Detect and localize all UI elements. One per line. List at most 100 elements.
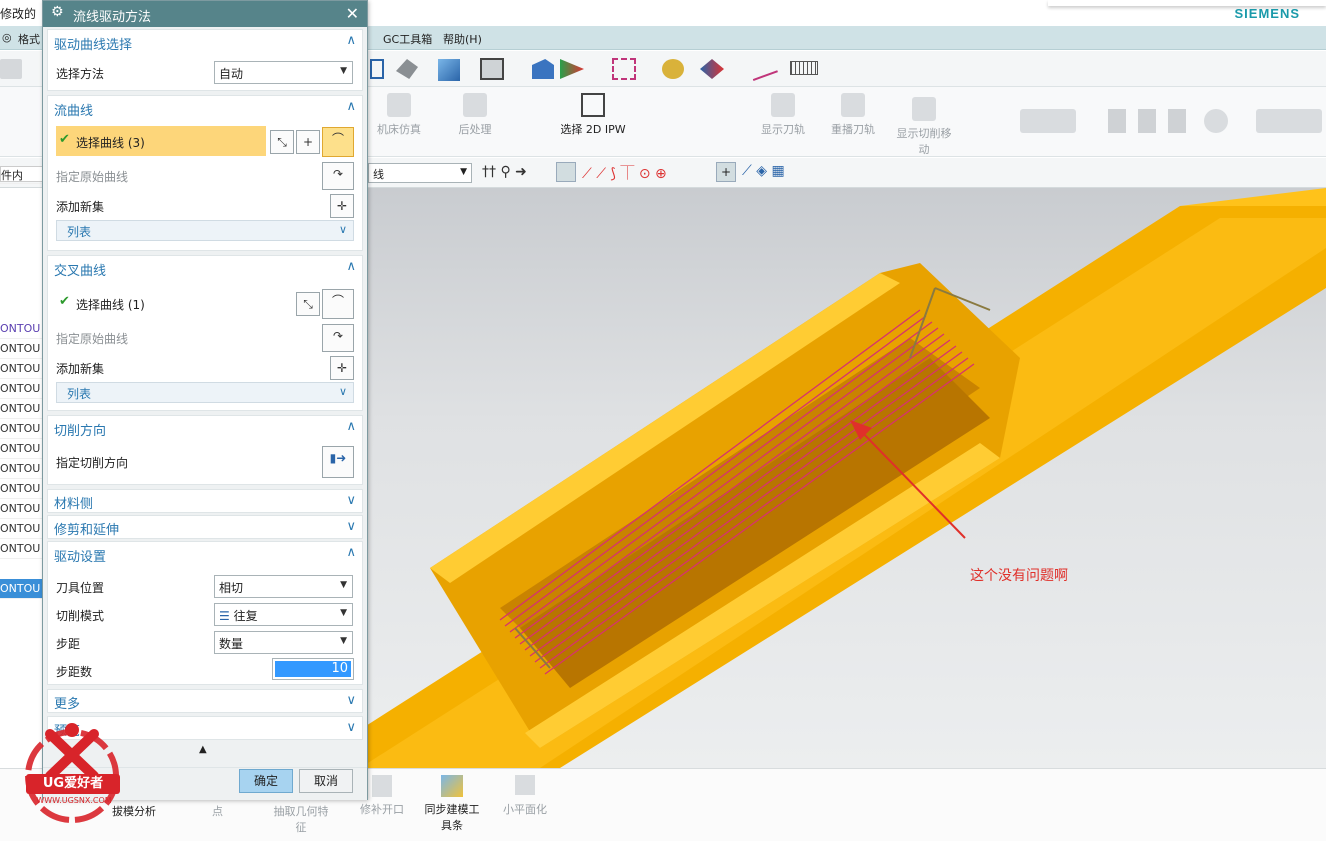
step-count-label: 步距数 — [56, 665, 93, 679]
menu-icon[interactable]: ◎ — [2, 31, 12, 44]
show-toolpath-button[interactable]: 显示刀轨 — [756, 93, 810, 137]
point-select-icon[interactable]: + — [296, 130, 320, 154]
replay-toolpath-button[interactable]: 重播刀轨 — [826, 93, 880, 137]
chevron-up-icon[interactable]: ∧ — [346, 545, 356, 560]
list-toggle[interactable]: 列表 ∨ — [56, 220, 354, 241]
watermark-graphic — [25, 723, 119, 823]
machine-simulation-button[interactable]: 机床仿真 — [372, 93, 426, 137]
menu-help[interactable]: 帮助(H) — [443, 31, 482, 47]
blocks-icon[interactable] — [1020, 109, 1076, 133]
collapse-up-icon[interactable]: ▲ — [199, 744, 207, 755]
nav-row-selected[interactable]: ONTOU — [0, 579, 44, 599]
step-count-input[interactable]: 10 — [272, 658, 354, 680]
tool-icon[interactable] — [662, 59, 684, 79]
original-curve-icon[interactable]: ↷ — [322, 162, 354, 190]
method-select[interactable]: 自动 ▼ — [214, 61, 353, 84]
cancel-button[interactable]: 取消 — [299, 769, 353, 793]
more-snap-icon[interactable]: ⟋ ◈ ▦ — [742, 163, 785, 179]
nav-row[interactable]: ONTOU — [0, 479, 44, 499]
add-set-icon[interactable]: ✛ — [330, 356, 354, 380]
tools-icon[interactable] — [1256, 109, 1322, 133]
nav-row[interactable]: ONTOU — [0, 359, 44, 379]
group-title[interactable]: 流曲线 — [54, 100, 93, 119]
nav-row[interactable]: ONTOU — [0, 459, 44, 479]
snap-points-icon[interactable]: ⟋ ⟋ ⟆ ⏉ ⊙ ⊕ — [582, 163, 667, 183]
tool-position-select[interactable]: 相切 ▼ — [214, 575, 353, 598]
ruler-icon[interactable] — [790, 61, 818, 75]
shape-icon[interactable] — [396, 59, 418, 79]
list-toggle[interactable]: 列表 ∨ — [56, 382, 354, 403]
original-curve-icon[interactable]: ↷ — [322, 324, 354, 352]
nav-row[interactable]: ONTOU — [0, 539, 44, 559]
stepover-select[interactable]: 数量 ▼ — [214, 631, 353, 654]
group-title[interactable]: 驱动曲线选择 — [54, 34, 132, 53]
chevron-up-icon[interactable]: ∧ — [346, 33, 356, 48]
shaft-top — [1180, 188, 1326, 206]
sync-modeling-button[interactable]: 同步建模工具条 — [420, 775, 484, 833]
gear-icon: ⚙ — [51, 4, 64, 20]
close-icon[interactable]: ✕ — [346, 4, 359, 23]
show-cut-moves-button[interactable]: 显示切削移动 — [892, 97, 956, 157]
nav-row[interactable]: ONTOU — [0, 319, 44, 339]
intersection-icon[interactable]: + — [716, 162, 736, 182]
hardware-icon[interactable] — [1108, 109, 1192, 133]
chevron-down-icon[interactable]: ∨ — [346, 720, 356, 735]
postprocess-button[interactable]: 后处理 — [448, 93, 502, 137]
group-title[interactable]: 驱动设置 — [54, 546, 106, 565]
group-title[interactable]: 切削方向 — [54, 420, 106, 439]
cut-pattern-select[interactable]: ☰ 往复 ▼ — [214, 603, 353, 626]
remove-selection-icon[interactable]: ⤡ — [270, 130, 294, 154]
select-curve-label: 选择曲线 (3) — [76, 136, 145, 150]
nav-row[interactable]: ONTOU — [0, 519, 44, 539]
group-title[interactable]: 材料侧 — [54, 493, 93, 512]
group-title[interactable]: 更多 — [54, 693, 80, 712]
patch-icon — [372, 775, 392, 797]
chevron-down-icon[interactable]: ∨ — [346, 693, 356, 708]
frame-icon[interactable] — [370, 59, 384, 79]
cube-icon[interactable] — [438, 59, 460, 81]
nav-row[interactable]: ONTOU — [0, 399, 44, 419]
extract-geometry-button[interactable]: 抽取几何特征 — [270, 803, 332, 835]
nav-row[interactable]: ONTOU — [0, 499, 44, 519]
select-2d-ipw-button[interactable]: 选择 2D IPW — [556, 93, 630, 137]
nav-row[interactable]: ONTOU — [0, 419, 44, 439]
stepover-label: 步距 — [56, 637, 81, 651]
group-title[interactable]: 交叉曲线 — [54, 260, 106, 279]
view-icon[interactable] — [532, 59, 554, 79]
transform-icon[interactable] — [700, 59, 724, 79]
facetize-button[interactable]: 小平面化 — [496, 775, 554, 817]
method-label: 选择方法 — [56, 67, 105, 81]
group-cut-direction: 切削方向 ∧ 指定切削方向 ▮➜ — [47, 415, 363, 485]
chevron-down-icon: ∨ — [338, 223, 347, 236]
nav-row[interactable]: ONTOU — [0, 439, 44, 459]
nav-row[interactable]: ONTOU — [0, 379, 44, 399]
dimension-icon[interactable] — [748, 57, 778, 81]
specify-original-label: 指定原始曲线 — [56, 332, 129, 346]
chevron-up-icon[interactable]: ∧ — [346, 259, 356, 274]
curve-select-icon[interactable]: ⌒ — [322, 289, 354, 319]
ok-button[interactable]: 确定 — [239, 769, 293, 793]
chevron-up-icon[interactable]: ∧ — [346, 419, 356, 434]
chevron-down-icon[interactable]: ∨ — [346, 493, 356, 508]
navigator-filter[interactable]: 件内 — [0, 166, 44, 182]
select-curve-row[interactable]: ✔ 选择曲线 (3) — [56, 126, 266, 156]
point-button[interactable]: 点 — [212, 803, 223, 819]
filter-select[interactable]: 线 ▼ — [368, 163, 472, 183]
wrench-icon[interactable] — [1204, 109, 1228, 133]
orient-icon[interactable] — [560, 59, 584, 79]
group-title[interactable]: 修剪和延伸 — [54, 519, 119, 538]
menu-gc-toolbox[interactable]: GC工具箱 — [383, 31, 432, 47]
cut-direction-icon[interactable]: ▮➜ — [322, 446, 354, 478]
remove-selection-icon[interactable]: ⤡ — [296, 292, 320, 316]
snap-active-icon[interactable] — [556, 162, 576, 182]
display-icon[interactable] — [480, 58, 504, 80]
chevron-down-icon[interactable]: ∨ — [346, 519, 356, 534]
nav-row[interactable]: ONTOU — [0, 339, 44, 359]
chevron-up-icon[interactable]: ∧ — [346, 99, 356, 114]
add-set-icon[interactable]: ✛ — [330, 194, 354, 218]
snap-icon[interactable] — [612, 58, 636, 80]
snap-tools-icon[interactable]: †† ⚲ ➜ — [482, 164, 527, 180]
copy-icon[interactable] — [0, 59, 22, 79]
menu-format[interactable]: 格式 — [18, 31, 40, 47]
curve-select-icon[interactable]: ⌒ — [322, 127, 354, 157]
